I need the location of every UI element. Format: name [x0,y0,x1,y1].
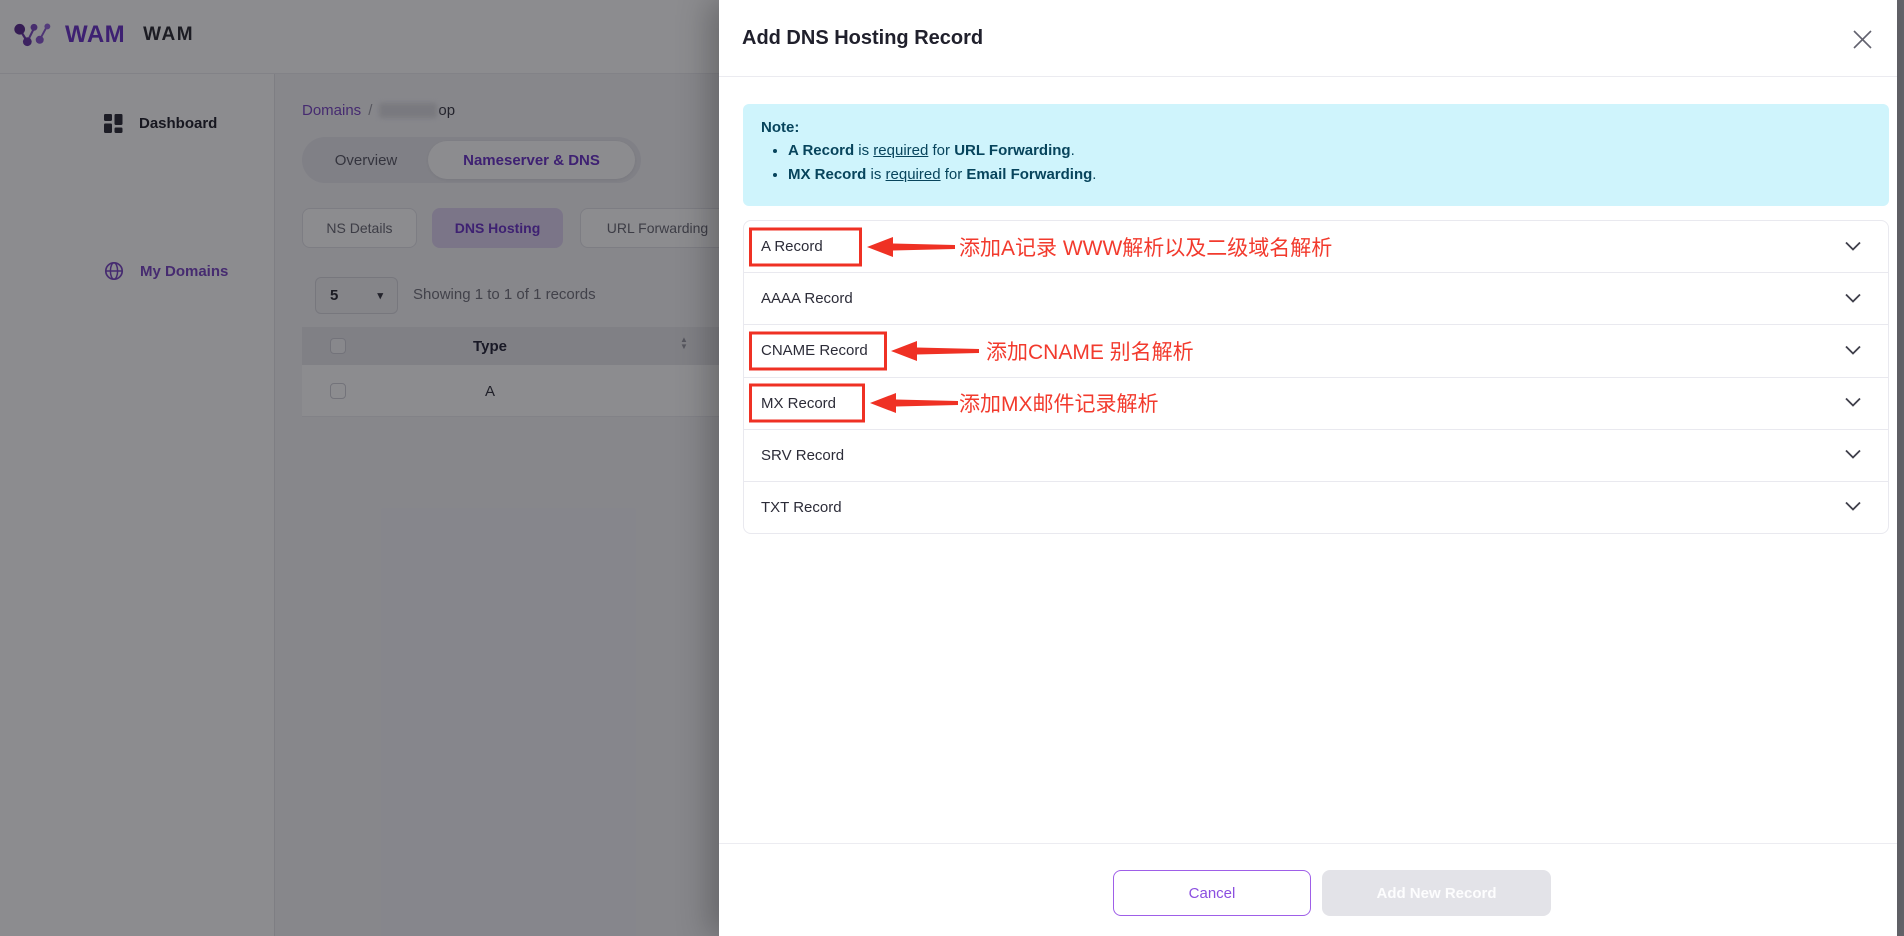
accordion-item-a-record[interactable]: A Record 添加A记录 WWW解析以及二级域名解析 [744,221,1888,272]
annotation-red-box [749,384,865,423]
accordion-item-aaaa-record[interactable]: AAAA Record [744,272,1888,324]
accordion-label: SRV Record [761,447,844,464]
accordion-item-cname-record[interactable]: CNAME Record 添加CNAME 别名解析 [744,324,1888,376]
annotation-arrow-icon [891,340,979,362]
chevron-down-icon [1845,342,1861,360]
accordion-label: AAAA Record [761,290,853,307]
accordion-item-txt-record[interactable]: TXT Record [744,481,1888,533]
note-box: Note: A Record is required for URL Forwa… [743,104,1889,206]
note-list: A Record is required for URL Forwarding.… [788,139,1871,187]
chevron-down-icon [1845,238,1861,256]
modal-header: Add DNS Hosting Record [719,0,1897,77]
screen: WAM WAM Dashboard My Domains ❮ Domains [0,0,1904,936]
annotation-arrow-icon [870,392,958,414]
annotation-text: 添加CNAME 别名解析 [986,336,1194,366]
chevron-down-icon [1845,498,1861,516]
modal-footer: Cancel Add New Record [719,843,1897,936]
note-title: Note: [761,117,1871,139]
add-new-record-button[interactable]: Add New Record [1322,870,1551,916]
accordion-item-srv-record[interactable]: SRV Record [744,429,1888,481]
add-dns-record-modal: Add DNS Hosting Record Note: A Record is… [719,0,1897,936]
accordion-label: TXT Record [761,499,842,516]
record-type-accordion: A Record 添加A记录 WWW解析以及二级域名解析 AAAA Record… [743,220,1889,534]
cancel-button[interactable]: Cancel [1113,870,1311,916]
close-icon[interactable] [1851,28,1873,50]
note-item-a-record: A Record is required for URL Forwarding. [788,139,1871,163]
chevron-down-icon [1845,446,1861,464]
chevron-down-icon [1845,394,1861,412]
note-item-mx-record: MX Record is required for Email Forwardi… [788,163,1871,187]
modal-title: Add DNS Hosting Record [742,27,983,50]
annotation-arrow-icon [867,236,955,258]
annotation-red-box [749,331,887,370]
chevron-down-icon [1845,290,1861,308]
accordion-item-mx-record[interactable]: MX Record 添加MX邮件记录解析 [744,377,1888,429]
annotation-text: 添加MX邮件记录解析 [959,388,1159,418]
annotation-text: 添加A记录 WWW解析以及二级域名解析 [959,232,1332,262]
annotation-red-box [749,227,862,266]
